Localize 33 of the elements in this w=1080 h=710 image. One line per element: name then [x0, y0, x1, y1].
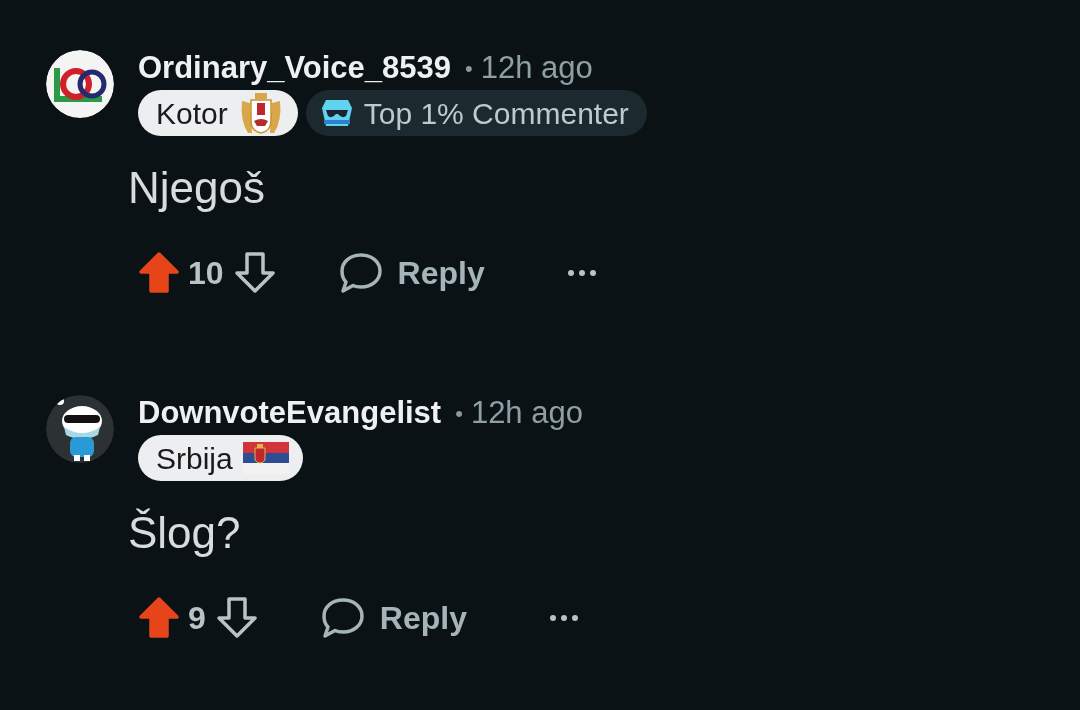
speech-bubble-icon [319, 596, 366, 640]
reply-button[interactable]: Reply [319, 594, 467, 642]
comment-text: Njegoš [128, 162, 266, 214]
more-options-button[interactable] [566, 269, 597, 277]
upvote-button[interactable] [138, 251, 180, 295]
reply-button[interactable]: Reply [337, 249, 485, 297]
separator-dot: • [455, 399, 463, 428]
user-flair: Kotor [138, 90, 298, 136]
flag-icon [242, 442, 289, 474]
speech-bubble-icon [337, 251, 384, 295]
achievement-badge: Top 1% Commenter [305, 90, 647, 136]
username-link[interactable]: Ordinary_Voice_8539 [138, 50, 452, 86]
down-arrow-icon [233, 251, 276, 295]
more-options-button[interactable] [548, 614, 579, 622]
sunglasses-badge-icon [319, 98, 354, 128]
downvote-button[interactable] [233, 251, 276, 295]
up-arrow-icon [138, 251, 180, 295]
timestamp: 12h ago [480, 50, 593, 86]
comment-text: Šlog? [128, 507, 242, 559]
timestamp: 12h ago [470, 395, 583, 431]
user-flair: Srbija [138, 435, 303, 481]
upvote-button[interactable] [138, 596, 180, 640]
separator-dot: • [465, 54, 473, 83]
more-icon [566, 269, 597, 277]
vote-count: 9 [188, 599, 206, 638]
logo-avatar[interactable] [46, 50, 114, 118]
downvote-button[interactable] [215, 596, 258, 640]
username-link[interactable]: DownvoteEvangelist [138, 395, 442, 431]
mascot-avatar[interactable] [46, 395, 114, 463]
up-arrow-icon [138, 596, 180, 640]
more-icon [548, 614, 579, 622]
down-arrow-icon [215, 596, 258, 640]
vote-count: 10 [188, 254, 224, 293]
